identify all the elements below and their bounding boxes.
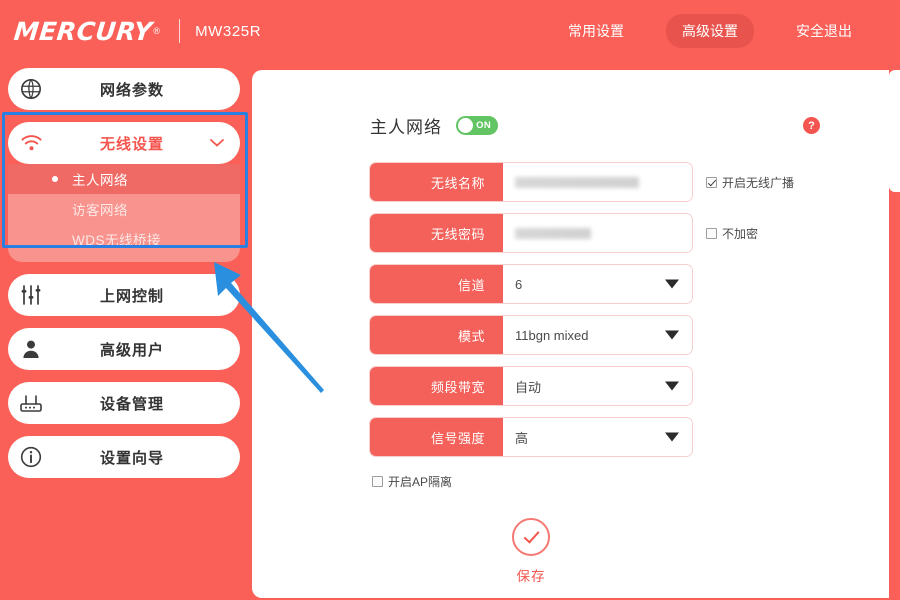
checkbox-ap-isolation[interactable]: 开启AP隔离: [372, 473, 889, 490]
app-header: MERCURY ® MW325R 常用设置 高级设置 安全退出: [0, 0, 900, 62]
field-password: 无线密码: [370, 214, 692, 252]
submenu-label-host-network: 主人网络: [72, 173, 128, 188]
submenu-label-guest-network: 访客网络: [72, 203, 128, 218]
nav-secure-logout[interactable]: 安全退出: [780, 14, 868, 48]
field-label-password: 无线密码: [370, 214, 503, 252]
wireless-settings-form: 无线名称 开启无线广播 无线密码 不加密 信道 6 模式 11bgn mixed…: [370, 163, 889, 585]
checkbox-label-ap-isolation: 开启AP隔离: [388, 475, 453, 489]
field-label-bandwidth: 频段带宽: [370, 367, 503, 405]
form-row-bandwidth: 频段带宽 自动: [370, 367, 889, 405]
info-icon: [8, 446, 54, 468]
sidebar-label-setup-wizard: 设置向导: [99, 449, 164, 467]
sidebar-item-advanced-user[interactable]: 高级用户: [8, 328, 240, 370]
toggle-knob: [458, 118, 473, 133]
submenu-label-wds-bridge: WDS无线桥接: [72, 233, 161, 248]
sidebar-item-network-params[interactable]: 网络参数: [8, 68, 240, 110]
check-mark: [523, 526, 540, 544]
sidebar-item-device-management[interactable]: 设备管理: [8, 382, 240, 424]
checkbox-enable-broadcast[interactable]: 开启无线广播: [706, 174, 794, 191]
form-row-mode: 模式 11bgn mixed: [370, 316, 889, 354]
signal-strength-value: 高: [515, 430, 529, 446]
main-content-panel: 主人网络 ON ? 无线名称 开启无线广播 无线密码 不加密 信道 6 模式 1…: [252, 70, 889, 598]
field-mode: 模式 11bgn mixed: [370, 316, 692, 354]
sidebar-label-access-control: 上网控制: [99, 287, 164, 305]
mode-select[interactable]: 11bgn mixed: [503, 316, 692, 354]
save-button[interactable]: 保存: [370, 518, 692, 585]
form-row-ssid: 无线名称 开启无线广播: [370, 163, 889, 201]
submenu-item-host-network[interactable]: 主人网络: [8, 164, 240, 194]
chevron-down-icon[interactable]: [665, 279, 679, 289]
field-ssid: 无线名称: [370, 163, 692, 201]
sidebar-label-device-management: 设备管理: [99, 395, 164, 413]
chevron-down-icon[interactable]: [210, 139, 224, 148]
registered-mark: ®: [153, 26, 161, 36]
chevron-down-icon[interactable]: [665, 432, 679, 442]
redacted-ssid-value: [515, 176, 639, 188]
toggle-state-label: ON: [476, 120, 491, 131]
bandwidth-value: 自动: [515, 379, 542, 395]
form-row-password: 无线密码 不加密: [370, 214, 889, 252]
field-signal-strength: 信号强度 高: [370, 418, 692, 456]
checkbox-label-no-encryption: 不加密: [722, 226, 759, 241]
save-button-label: 保存: [516, 569, 546, 584]
field-channel: 信道 6: [370, 265, 692, 303]
mode-value: 11bgn mixed: [515, 327, 589, 343]
sidebar-label-advanced-user: 高级用户: [99, 341, 164, 359]
bandwidth-select[interactable]: 自动: [503, 367, 692, 405]
brand-name: MERCURY: [12, 16, 154, 46]
sidebar-item-access-control[interactable]: 上网控制: [8, 274, 240, 316]
checkbox-box-enable-broadcast[interactable]: [706, 176, 717, 188]
sidebar-label-network-params: 网络参数: [99, 81, 164, 99]
submenu-item-wds-bridge[interactable]: WDS无线桥接: [8, 224, 240, 254]
sidebar-item-wireless-settings[interactable]: 无线设置: [8, 122, 240, 164]
channel-value: 6: [515, 276, 523, 292]
form-row-channel: 信道 6: [370, 265, 889, 303]
wifi-icon: [8, 133, 54, 153]
nav-advanced-settings[interactable]: 高级设置: [666, 14, 754, 48]
page-title: 主人网络: [370, 118, 442, 137]
wireless-submenu: 主人网络 访客网络 WDS无线桥接: [8, 164, 240, 262]
ssid-input[interactable]: [503, 163, 692, 201]
nav-common-settings[interactable]: 常用设置: [552, 14, 640, 48]
chevron-down-icon[interactable]: [665, 330, 679, 340]
form-row-signal-strength: 信号强度 高: [370, 418, 889, 456]
field-label-ssid: 无线名称: [370, 163, 503, 201]
brand-logo: MERCURY ® MW325R: [12, 16, 262, 46]
field-label-mode: 模式: [370, 316, 503, 354]
globe-icon: [8, 78, 54, 100]
checkbox-no-encryption[interactable]: 不加密: [706, 225, 758, 242]
panel-header: 主人网络 ON ?: [370, 113, 820, 138]
field-label-channel: 信道: [370, 265, 503, 303]
router-icon: [8, 393, 54, 413]
field-label-signal-strength: 信号强度: [370, 418, 503, 456]
check-circle-icon: [512, 518, 550, 556]
signal-strength-select[interactable]: 高: [503, 418, 692, 456]
checkbox-box-no-encryption[interactable]: [706, 227, 717, 239]
brand-divider: [179, 19, 181, 43]
checkbox-label-enable-broadcast: 开启无线广播: [722, 175, 795, 190]
submenu-item-guest-network[interactable]: 访客网络: [8, 194, 240, 224]
sidebar-item-setup-wizard[interactable]: 设置向导: [8, 436, 240, 478]
device-model: MW325R: [195, 22, 262, 40]
password-input[interactable]: [503, 214, 692, 252]
field-bandwidth: 频段带宽 自动: [370, 367, 692, 405]
sliders-icon: [8, 285, 54, 305]
vertical-scrollbar-thumb[interactable]: [889, 70, 900, 192]
user-icon: [8, 339, 54, 359]
checkbox-box-ap-isolation[interactable]: [372, 476, 383, 487]
channel-select[interactable]: 6: [503, 265, 692, 303]
top-navigation: 常用设置 高级设置 安全退出: [526, 14, 868, 48]
chevron-down-icon[interactable]: [665, 381, 679, 391]
redacted-password-value: [515, 227, 591, 239]
sidebar: 网络参数 无线设置 主人网络 访客网络 WDS无线桥接 上网控制 高级用户 设备…: [8, 68, 240, 490]
help-icon[interactable]: ?: [803, 117, 820, 134]
host-network-toggle[interactable]: ON: [456, 116, 498, 135]
